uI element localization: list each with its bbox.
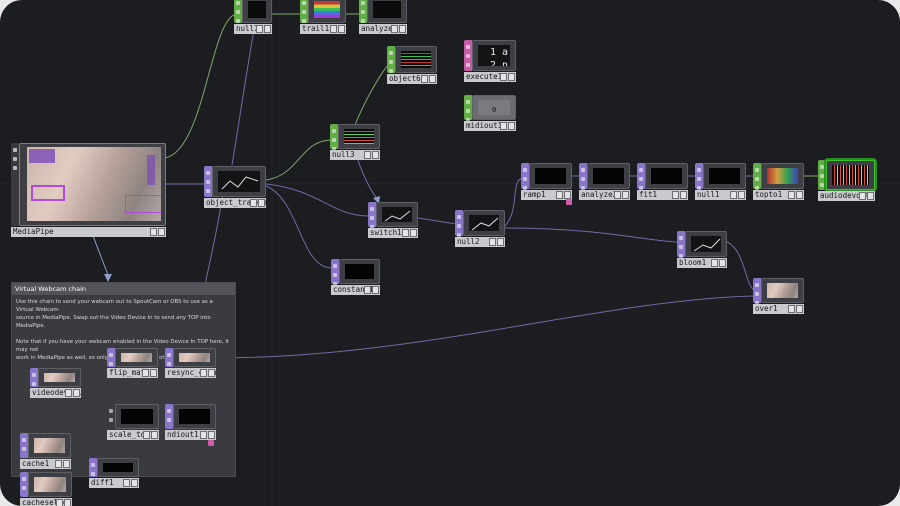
face-landmark-box [31, 185, 65, 201]
network-editor[interactable]: Virtual Webcam chain Use this chain to s… [0, 0, 900, 506]
node-switch1[interactable]: switch1 [368, 202, 418, 238]
node-flip-match[interactable]: flip_match [107, 348, 158, 378]
wire [417, 217, 457, 225]
node-label: null3 [332, 150, 355, 159]
node-diff1[interactable]: diff1 [89, 458, 139, 488]
node-trail1[interactable]: trail1 [300, 0, 346, 34]
wire [354, 64, 389, 126]
node-null1[interactable]: null1 [695, 163, 746, 200]
wire [214, 295, 755, 359]
wire [265, 185, 333, 269]
node-scale-to-720p[interactable]: scale_to_720p [107, 404, 159, 440]
tracking-overlay [29, 149, 55, 163]
node-label: trail1 [302, 24, 330, 33]
node-analyze1[interactable]: analyze1 [359, 0, 407, 34]
wire [231, 29, 255, 166]
node-label: analyze2 [581, 190, 618, 199]
node-fit1[interactable]: fit1 [637, 163, 688, 200]
tracking-overlay [147, 155, 155, 185]
node-label: null2 [457, 237, 480, 246]
wire [265, 139, 333, 181]
node-flag-badge [208, 440, 214, 446]
hand-landmark-box [125, 195, 161, 213]
node-midiout1[interactable]: 0 ch1 midiout1 [464, 95, 516, 131]
line-graph-icon [693, 238, 721, 252]
node-audiodevout1[interactable]: audiodevout1 [818, 160, 875, 201]
node-label: null1 [697, 190, 720, 199]
comment-title: Virtual Webcam chain [12, 283, 235, 295]
node-label: topto1 [755, 190, 783, 199]
execute-line: 2 n [490, 60, 509, 66]
comment-line: source in MediaPipe. Swap out the Video … [16, 315, 211, 329]
node-label: fit1 [639, 190, 658, 199]
wire [726, 241, 755, 291]
node-label: switch1 [370, 228, 402, 237]
node-videodevin1[interactable]: videodevin1 [30, 368, 81, 398]
node-mediapipe[interactable]: MediaPipe [11, 143, 166, 237]
midiout-viewer: 0 ch1 [478, 100, 510, 115]
node-label: MediaPipe [13, 227, 54, 236]
execute-line: 1 a [490, 47, 509, 58]
node-label: over1 [755, 304, 778, 313]
node-label: object6 [389, 74, 421, 83]
wire [164, 13, 237, 159]
node-label: ndiout1 [167, 430, 199, 439]
node-bloom1[interactable]: bloom1 [677, 231, 727, 268]
comment-line: Use this chain to send your webcam out t… [16, 299, 213, 313]
line-graph-icon [221, 176, 259, 190]
node-topto1[interactable]: topto1 [753, 163, 804, 200]
node-cacheselect1[interactable]: cacheselect1 [20, 472, 72, 506]
node-execute1[interactable]: 1 a 2 n execute1 [464, 40, 516, 82]
node-flag-badge [566, 199, 572, 205]
node-label: midiout1 [466, 121, 503, 130]
node-label: execute1 [466, 72, 503, 81]
node-object-tracking[interactable]: object_tracking [204, 166, 266, 208]
node-label: bloom1 [679, 258, 707, 267]
node-constant1[interactable]: constant1 [331, 259, 380, 295]
node-label: cache1 [22, 459, 50, 468]
line-graph-icon [384, 210, 411, 222]
node-cache1[interactable]: cache1 [20, 433, 71, 469]
wire [504, 227, 678, 243]
wire-arrow [104, 274, 112, 282]
node-null3[interactable]: null3 [330, 124, 380, 160]
node-analyze2[interactable]: analyze2 [579, 163, 630, 200]
node-object6[interactable]: object6 [387, 46, 437, 84]
node-null2[interactable]: null2 [455, 210, 505, 247]
node-null7[interactable]: null7 [234, 0, 272, 34]
node-ndiout1[interactable]: ndiout1 [165, 404, 216, 440]
node-over1[interactable]: over1 [753, 278, 804, 314]
node-label: ramp1 [523, 190, 546, 199]
line-graph-icon [471, 217, 499, 231]
node-ramp1[interactable]: ramp1 [521, 163, 572, 200]
node-resync-cache[interactable]: resync_cache [165, 348, 216, 378]
wire [265, 183, 369, 217]
node-label: diff1 [91, 478, 114, 487]
